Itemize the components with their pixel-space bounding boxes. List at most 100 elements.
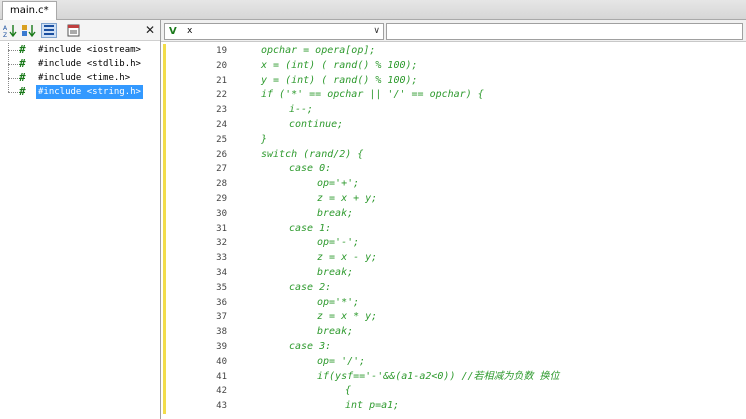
line-number: 25	[216, 134, 227, 145]
line-number: 35	[216, 282, 227, 293]
code-line[interactable]: 19 opchar = opera[op];	[161, 44, 746, 59]
code-editor: V x ∨ 19 opchar = opera[op]; 20 x = (int) (…	[161, 20, 746, 419]
tree-connector	[8, 78, 18, 79]
code-line[interactable]: 43 int p=a1;	[161, 399, 746, 414]
svg-text:Z: Z	[3, 32, 7, 38]
code-text: int p=a1;	[345, 400, 400, 412]
code-text: op='+';	[317, 178, 360, 190]
code-line[interactable]: 21 y = (int) ( rand() % 100);	[161, 73, 746, 89]
line-number: 24	[216, 119, 227, 130]
code-line[interactable]: 22 if ('*' == opchar || '/' == opchar) {	[161, 88, 746, 104]
tab-main-c[interactable]: main.c*	[2, 1, 57, 20]
line-number: 19	[216, 46, 227, 56]
line-number: 40	[216, 356, 227, 367]
code-text: case 1:	[289, 222, 332, 234]
code-text: }	[261, 133, 268, 145]
tree-connector	[8, 92, 18, 93]
line-number: 43	[216, 401, 227, 412]
line-number: 29	[216, 193, 227, 204]
tree-connector	[8, 50, 18, 51]
code-text: if ('*' == opchar || '/' == opchar) {	[261, 89, 484, 101]
include-icon: #	[19, 85, 26, 98]
properties-icon[interactable]	[66, 23, 82, 38]
code-line[interactable]: 28 op='+';	[161, 177, 746, 192]
code-text: break;	[317, 207, 354, 219]
code-line[interactable]: 41 if(ysf=='-'&&(a1-a2<0)) //若相减为负数 换位	[161, 369, 746, 385]
line-number: 31	[216, 223, 227, 234]
include-tree: # #include <iostream> # #include <stdlib.h>…	[0, 43, 160, 99]
code-line[interactable]: 24 continue;	[161, 117, 746, 133]
code-line[interactable]: 35 case 2:	[161, 280, 746, 296]
line-number: 34	[216, 267, 227, 278]
include-label: #include <string.h>	[36, 85, 143, 99]
line-number: 39	[216, 341, 227, 352]
code-text: case 3:	[289, 340, 332, 352]
code-line[interactable]: 38 break;	[161, 325, 746, 340]
code-line[interactable]: 31 case 1:	[161, 221, 746, 237]
code-line[interactable]: 36 op='*';	[161, 295, 746, 311]
code-text: z = x * y;	[317, 311, 378, 323]
code-line[interactable]: 32 op='-';	[161, 236, 746, 252]
line-number: 37	[216, 312, 227, 323]
line-number: 23	[216, 105, 227, 116]
line-number: 38	[216, 327, 227, 338]
member-dropdown[interactable]	[386, 23, 743, 40]
symbol-dropdown-value: x	[187, 26, 193, 36]
code-line[interactable]: 27 case 0:	[161, 162, 746, 178]
class-view-panel: AZ ✕ # #include <iostream> # #include <stdl…	[0, 20, 161, 419]
code-line[interactable]: 26 switch (rand/2) {	[161, 147, 746, 163]
include-icon: #	[19, 57, 26, 70]
variable-icon: V	[169, 26, 177, 37]
code-text: x = (int) ( rand() % 100);	[261, 59, 418, 71]
tab-strip: main.c*	[0, 0, 746, 20]
code-line[interactable]: 37 z = x * y;	[161, 310, 746, 326]
code-text: case 0:	[289, 163, 332, 175]
include-label: #include <time.h>	[38, 73, 131, 83]
code-text: y = (int) ( rand() % 100);	[261, 74, 418, 86]
navigation-bar: V x ∨	[161, 20, 746, 42]
code-text: case 2:	[289, 281, 332, 293]
chevron-down-icon[interactable]: ∨	[373, 24, 380, 39]
code-line[interactable]: 42 {	[161, 384, 746, 400]
code-text: i--;	[289, 104, 314, 116]
symbol-dropdown[interactable]: V x ∨	[164, 23, 384, 40]
line-number: 42	[216, 386, 227, 397]
line-number: 22	[216, 90, 227, 101]
code-text: if(ysf=='-'&&(a1-a2<0)) //若相减为负数 换位	[317, 370, 560, 382]
close-panel-button[interactable]: ✕	[145, 22, 155, 38]
code-text: break;	[317, 326, 354, 338]
line-number: 33	[216, 253, 227, 264]
code-line[interactable]: 33 z = x - y;	[161, 251, 746, 266]
sort-by-type-icon[interactable]	[21, 23, 37, 38]
code-line[interactable]: 40 op= '/';	[161, 354, 746, 370]
code-area[interactable]: 19 opchar = opera[op]; 20 x = (int) ( rand(…	[161, 44, 746, 419]
code-line[interactable]: 30 break;	[161, 206, 746, 222]
code-text: z = x - y;	[317, 252, 378, 264]
code-line[interactable]: 20 x = (int) ( rand() % 100);	[161, 58, 746, 74]
code-text: z = x + y;	[317, 192, 378, 204]
include-label: #include <iostream>	[38, 45, 141, 55]
code-line[interactable]: 29 z = x + y;	[161, 191, 746, 207]
line-number: 26	[216, 149, 227, 160]
line-number: 21	[216, 75, 227, 86]
tree-item-include[interactable]: # #include <time.h>	[0, 71, 160, 85]
tree-connector	[8, 64, 18, 65]
include-label: #include <stdlib.h>	[38, 59, 141, 69]
include-icon: #	[19, 71, 26, 84]
include-icon: #	[19, 43, 26, 56]
code-line[interactable]: 39 case 3:	[161, 339, 746, 355]
code-text: {	[345, 385, 352, 397]
sort-alphabetical-icon[interactable]: AZ	[2, 23, 18, 39]
code-line[interactable]: 23 i--;	[161, 103, 746, 118]
tree-item-include[interactable]: # #include <stdlib.h>	[0, 57, 160, 71]
group-by-type-icon[interactable]	[41, 23, 57, 38]
tree-item-include[interactable]: # #include <string.h>	[0, 85, 160, 99]
tree-item-include[interactable]: # #include <iostream>	[0, 43, 160, 57]
line-number: 27	[216, 164, 227, 175]
line-number: 32	[216, 238, 227, 249]
code-line[interactable]: 34 break;	[161, 265, 746, 281]
code-text: break;	[317, 266, 354, 278]
line-number: 36	[216, 297, 227, 308]
code-text: continue;	[289, 118, 344, 130]
code-line[interactable]: 25}	[161, 132, 746, 148]
